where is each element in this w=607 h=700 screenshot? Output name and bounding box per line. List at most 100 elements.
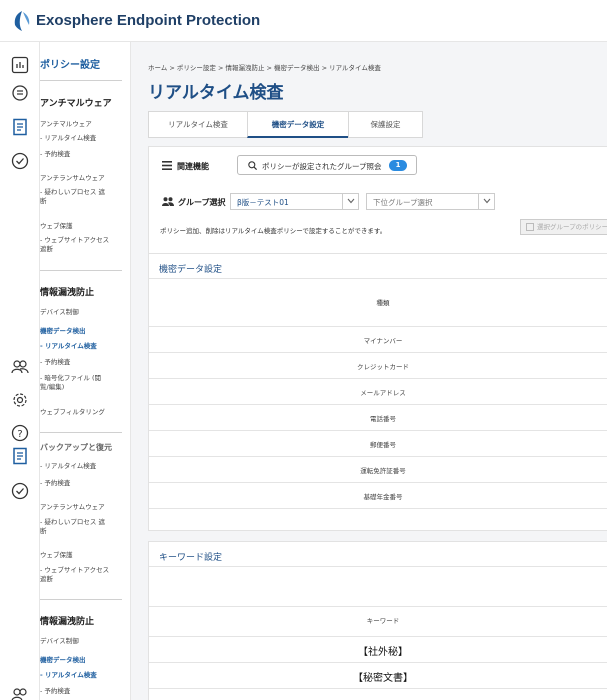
sidebar-item[interactable]: - 暗号化ファイル (閲覧/編集): [40, 374, 106, 392]
table-row[interactable]: 運転免許証番号: [149, 456, 607, 482]
sidebar-item[interactable]: - 疑わしいプロセス 遮断: [40, 518, 110, 536]
policy-doc-icon[interactable]: [11, 447, 29, 465]
table-row[interactable]: 【秘密文書】: [149, 662, 607, 688]
users-icon[interactable]: [11, 686, 29, 700]
data-type-cell: 運転免許証番号: [360, 467, 406, 475]
chart-icon[interactable]: [11, 56, 29, 74]
app-title: Exosphere Endpoint Protection: [36, 12, 261, 29]
table-row[interactable]: 郵便番号: [149, 430, 607, 456]
selected-group-policy-button[interactable]: 選択グループのポリシー: [520, 219, 607, 235]
search-doc-icon[interactable]: [11, 84, 29, 102]
sidebar-item-active[interactable]: - リアルタイム検査: [40, 671, 97, 680]
sidebar-item[interactable]: - 予約検査: [40, 358, 70, 367]
sidebar-category-active[interactable]: 機密データ検出: [40, 654, 86, 664]
related-functions-label: 関連機能: [177, 162, 209, 171]
sidebar-item[interactable]: - 予約検査: [40, 150, 70, 159]
sidebar-category[interactable]: アンチマルウェア: [40, 118, 92, 128]
users-icon[interactable]: [11, 358, 29, 376]
sidebar-group-head: 情報漏洩防止: [40, 288, 95, 298]
sidebar-item[interactable]: - 予約検査: [40, 479, 70, 488]
group-select-label: グループ選択: [178, 198, 226, 207]
sidebar-group-head: アンチマルウェア: [40, 99, 112, 109]
group-select-value: β版－テスト01: [237, 198, 289, 207]
group-select[interactable]: β版－テスト01: [230, 193, 359, 210]
check-circle-icon[interactable]: [11, 482, 29, 500]
sidebar-category[interactable]: アンチランサムウェア: [40, 172, 105, 182]
policy-groups-lookup-button[interactable]: ポリシーが設定されたグループ照会 1: [237, 155, 417, 175]
keyword-cell: 【社外秘】: [358, 647, 408, 658]
sidebar-item[interactable]: - 疑わしいプロセス 遮断: [40, 188, 110, 206]
breadcrumb[interactable]: ホーム > ポリシー設定 > 情報漏洩防止 > 機密データ検出 > リアルタイム…: [148, 62, 381, 72]
sidebar-group-head: バックアップと復元: [40, 443, 112, 452]
subgroup-select[interactable]: 下位グループ選択: [366, 193, 495, 210]
tab-sensitive-data-settings[interactable]: 機密データ設定: [247, 111, 349, 138]
column-header: 種類: [376, 299, 390, 307]
help-icon[interactable]: ?: [11, 424, 29, 442]
sidebar-item[interactable]: - リアルタイム検査: [40, 134, 96, 143]
section-title: キーワード設定: [159, 553, 223, 563]
sidebar-category[interactable]: ウェブ保護: [40, 220, 73, 230]
table-row[interactable]: マイナンバー: [149, 326, 607, 352]
table-row[interactable]: 基礎年金番号: [149, 482, 607, 508]
sidebar-item[interactable]: - 予約検査: [40, 687, 70, 696]
sidebar-item[interactable]: - ウェブサイトアクセス 遮断: [40, 566, 112, 584]
group-icon: [162, 197, 174, 206]
column-header: キーワード: [366, 617, 400, 625]
sidebar-divider: [40, 80, 122, 81]
keyword-settings-card: キーワード設定 キーワード 【社外秘】 【秘密文書】: [148, 541, 607, 700]
main-content: ホーム > ポリシー設定 > 情報漏洩防止 > 機密データ検出 > リアルタイム…: [131, 42, 607, 700]
sidebar-category[interactable]: デバイス制御: [40, 635, 79, 645]
sensitive-data-card: 機密データ設定 種類 マイナンバー クレジットカード メールアドレス 電話番号 …: [148, 253, 607, 531]
sidebar-divider: [40, 270, 122, 271]
tab-bar: リアルタイム検査 機密データ設定 保護設定: [148, 111, 423, 138]
check-circle-icon[interactable]: [11, 152, 29, 170]
policy-groups-lookup-label: ポリシーが設定されたグループ照会: [262, 162, 382, 171]
data-type-cell: マイナンバー: [363, 337, 403, 345]
table-row-empty: [149, 508, 607, 531]
list-icon: [162, 161, 172, 170]
document-icon[interactable]: [11, 118, 29, 136]
search-icon: [248, 161, 257, 170]
sidebar-item[interactable]: - リアルタイム検査: [40, 462, 96, 471]
sidebar-item-active[interactable]: - リアルタイム検査: [40, 342, 97, 351]
tab-realtime-scan[interactable]: リアルタイム検査: [148, 111, 248, 138]
section-divider: [149, 566, 607, 567]
sidebar-group-head: 情報漏洩防止: [40, 617, 95, 627]
svg-text:?: ?: [17, 429, 22, 440]
table-row[interactable]: メールアドレス: [149, 378, 607, 404]
sidebar-divider: [40, 432, 122, 433]
section-title: 機密データ設定: [159, 265, 223, 275]
table-row[interactable]: 電話番号: [149, 404, 607, 430]
sidebar-category[interactable]: ウェブフィルタリング: [40, 406, 105, 416]
table-row[interactable]: 【社外秘】: [149, 636, 607, 662]
icon-rail: ?: [0, 42, 40, 700]
data-type-cell: メールアドレス: [360, 389, 406, 397]
sidebar-category-active[interactable]: 機密データ検出: [40, 325, 86, 335]
tab-protection-settings[interactable]: 保護設定: [348, 111, 423, 138]
gear-icon[interactable]: [11, 391, 29, 409]
policy-sidebar: ポリシー設定 アンチマルウェア アンチマルウェア - リアルタイム検査 - 予約…: [40, 42, 131, 700]
sidebar-item[interactable]: - ウェブサイトアクセス 遮断: [40, 236, 112, 254]
sidebar-title: ポリシー設定: [40, 60, 100, 71]
sidebar-category[interactable]: ウェブ保護: [40, 549, 73, 559]
data-type-cell: 基礎年金番号: [363, 493, 403, 501]
sidebar-divider: [40, 599, 122, 600]
chevron-down-icon: [478, 194, 494, 209]
app-header: Exosphere Endpoint Protection: [0, 0, 607, 42]
table-header-row: キーワード: [149, 606, 607, 632]
keyword-cell: 【秘密文書】: [353, 673, 413, 684]
sidebar-category[interactable]: デバイス制御: [40, 306, 79, 316]
table-row-empty: [149, 688, 607, 700]
exosphere-logo-icon: [14, 11, 30, 31]
page-title: リアルタイム検査: [148, 83, 284, 103]
subgroup-select-placeholder: 下位グループ選択: [373, 198, 433, 207]
policy-note: ポリシー追加、削除はリアルタイム検査ポリシーで設定することができます。: [160, 227, 387, 235]
data-type-cell: 郵便番号: [370, 441, 396, 449]
selected-group-policy-label: 選択グループのポリシー: [537, 223, 607, 231]
section-divider: [149, 278, 607, 279]
table-row[interactable]: クレジットカード: [149, 352, 607, 378]
copy-icon: [526, 223, 534, 231]
data-type-cell: クレジットカード: [357, 363, 409, 371]
count-badge: 1: [389, 160, 407, 171]
sidebar-category[interactable]: アンチランサムウェア: [40, 501, 105, 511]
